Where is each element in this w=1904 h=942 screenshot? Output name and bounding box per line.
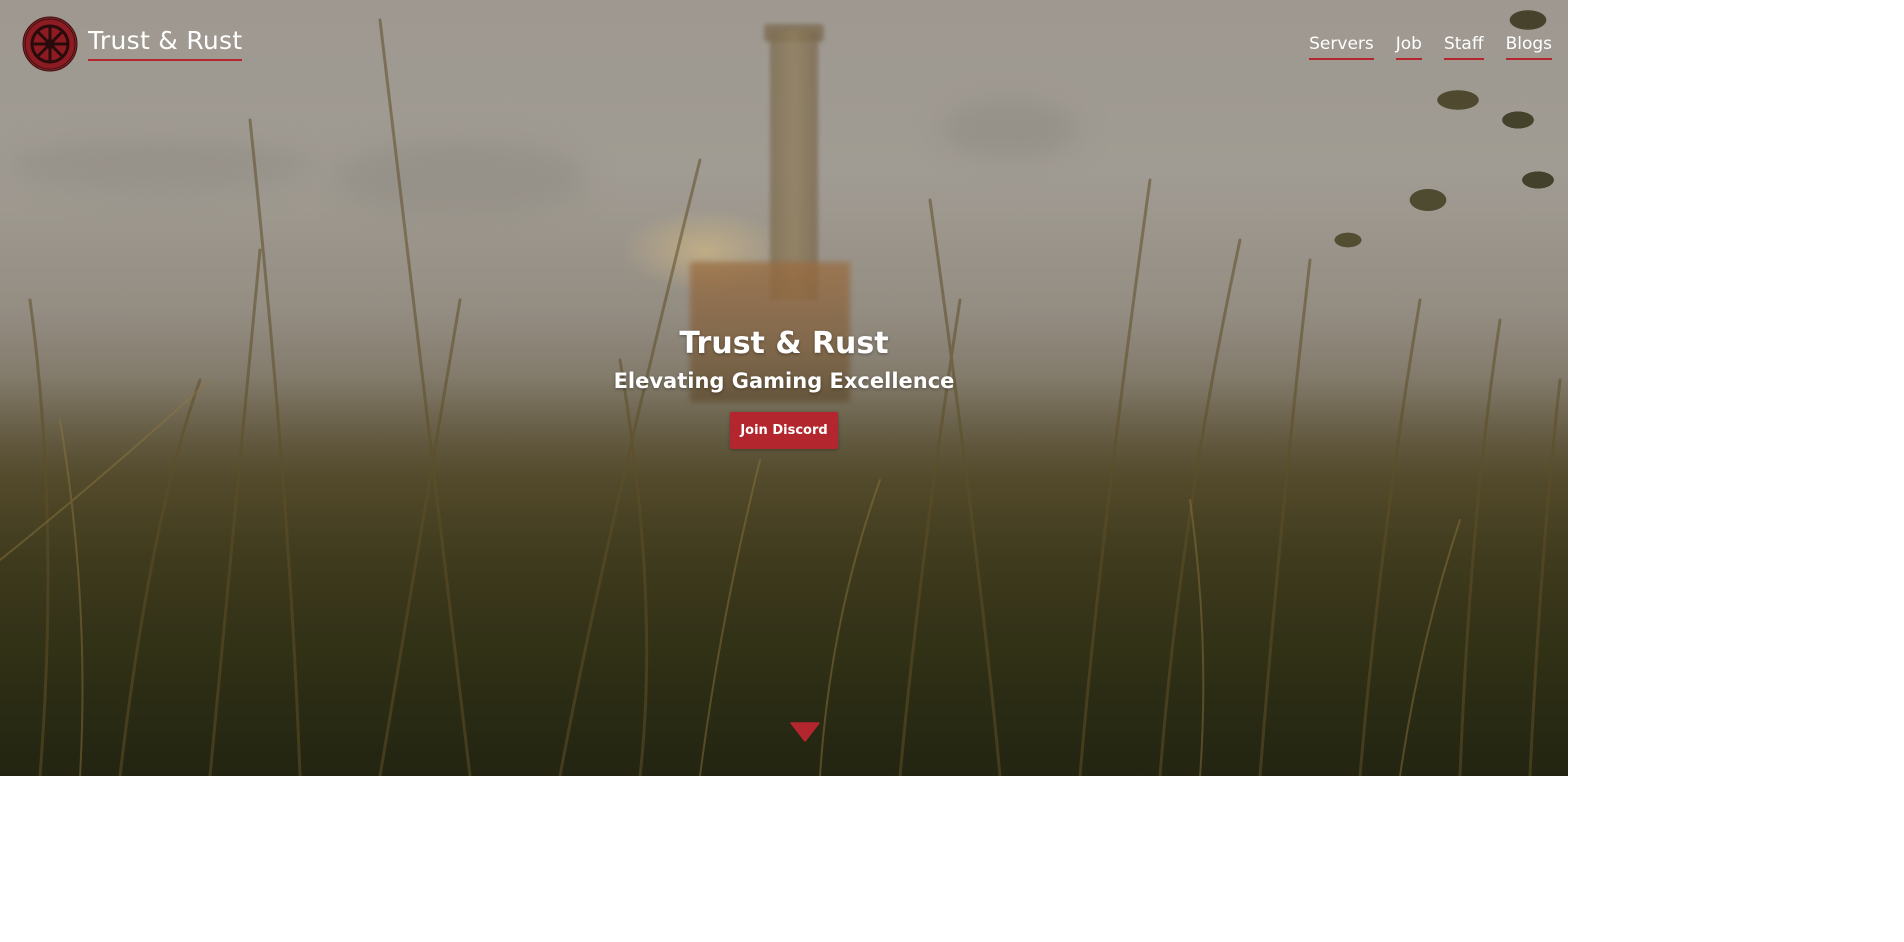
wheel-logo-icon[interactable] <box>22 16 78 72</box>
hero-title: Trust & Rust <box>679 326 889 361</box>
triangle-down-icon[interactable] <box>790 722 820 742</box>
nav-link-job[interactable]: Job <box>1395 33 1422 60</box>
nav-link-staff[interactable]: Staff <box>1443 33 1484 60</box>
main-nav: Servers Job Staff Blogs <box>1309 33 1552 60</box>
hero-content: Trust & Rust Elevating Gaming Excellence… <box>0 325 1568 449</box>
brand-link[interactable]: Trust & Rust <box>88 26 243 61</box>
hero-subtitle: Elevating Gaming Excellence <box>613 369 955 393</box>
hero-section: Trust & Rust Servers Job Staff Blogs Tru… <box>0 0 1568 776</box>
nav-link-servers[interactable]: Servers <box>1309 33 1374 60</box>
nav-link-blogs[interactable]: Blogs <box>1505 33 1552 60</box>
join-discord-button[interactable]: Join Discord <box>730 412 838 449</box>
site-header: Trust & Rust Servers Job Staff Blogs <box>0 0 1568 90</box>
